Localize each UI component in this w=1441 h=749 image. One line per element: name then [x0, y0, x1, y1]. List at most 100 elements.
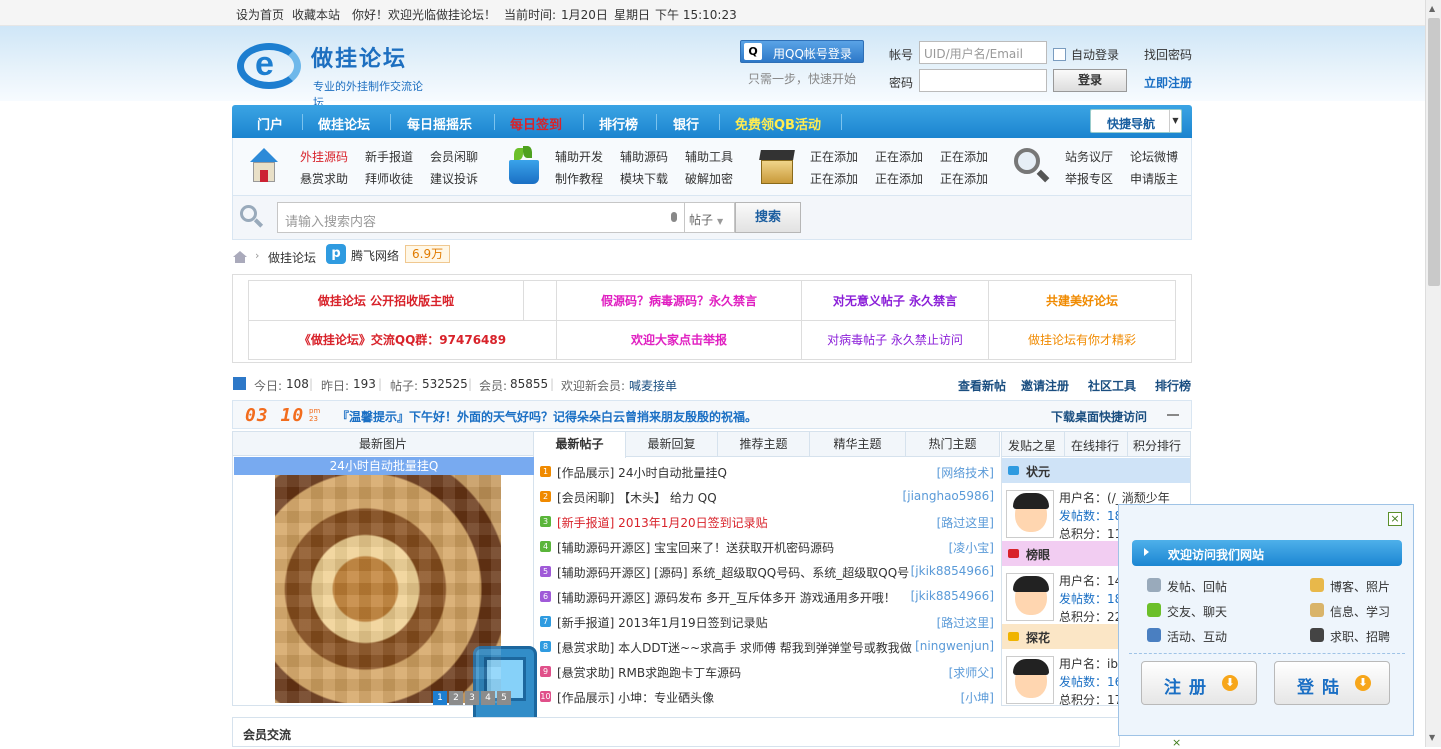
page-scrollbar[interactable]: ▲ ▼	[1425, 0, 1441, 747]
announcement-cell[interactable]: 对病毒帖子 永久禁止访问	[801, 319, 989, 360]
collapse-icon[interactable]	[1167, 414, 1179, 416]
rank-username[interactable]: (/_淌颓少年	[1107, 491, 1170, 505]
thread-author[interactable]: [jkik8854966]	[911, 564, 994, 578]
picture-caption[interactable]: 24小时自动批量挂Q	[234, 457, 534, 475]
thread-title[interactable]: [辅助源码开源区] [源码] 系统_超级取QQ号码、系统_超级取QQ号	[557, 564, 909, 581]
ranking-link[interactable]: 排行榜	[1155, 377, 1191, 394]
announcement-cell[interactable]: 《做挂论坛》交流QQ群：97476489	[248, 319, 557, 360]
tab-featured[interactable]: 精华主题	[810, 432, 906, 457]
thread-row[interactable]: 4 [辅助源码开源区] 宝宝回来了！送获取开机密码源码 [凌小宝]	[540, 534, 996, 559]
nav-daily-shake[interactable]: 每日摇摇乐	[407, 114, 472, 133]
thread-author[interactable]: [网络技术]	[937, 464, 994, 481]
thread-author[interactable]: [ningwenjun]	[915, 639, 994, 653]
tab-score-rank[interactable]: 积分排行	[1133, 437, 1181, 454]
featured-picture[interactable]	[275, 475, 537, 742]
popup-register-button[interactable]: 注册 ⬇	[1141, 661, 1257, 705]
thread-author[interactable]: [jianghao5986]	[903, 489, 994, 503]
thread-author[interactable]: [小坤]	[961, 689, 994, 706]
desktop-shortcut-link[interactable]: 下载桌面快捷访问	[1051, 408, 1147, 425]
thread-row[interactable]: 6 [辅助源码开源区] 源码发布 多开_互斥体多开 游戏通用多开哦！ [jkik88…	[540, 584, 996, 609]
view-new-posts-link[interactable]: 查看新帖	[958, 377, 1006, 394]
avatar[interactable]	[1006, 573, 1054, 621]
subnav-tutorial[interactable]: 制作教程	[555, 170, 603, 187]
nav-forum[interactable]: 做挂论坛	[318, 114, 370, 133]
announcement-cell[interactable]: 共建美好论坛	[988, 280, 1176, 321]
qq-login-button[interactable]: Q 用QQ帐号登录	[740, 40, 864, 63]
tab-online-rank[interactable]: 在线排行	[1071, 437, 1119, 454]
subnav-modules[interactable]: 模块下载	[620, 170, 668, 187]
pager-page[interactable]: 3	[465, 691, 479, 705]
search-button[interactable]: 搜索	[735, 202, 801, 233]
quick-nav-dropdown[interactable]: 快捷导航 ▼	[1090, 109, 1182, 133]
announcement-cell[interactable]: 欢迎大家点击举报	[556, 319, 802, 360]
thread-row[interactable]: 9 [悬赏求助] RMB求跑跑卡丁车源码 [求师父]	[540, 659, 996, 684]
subnav-apply-mod[interactable]: 申请版主	[1130, 170, 1178, 187]
scroll-thumb[interactable]	[1428, 18, 1440, 286]
tab-latest-replies[interactable]: 最新回复	[626, 432, 718, 457]
password-input[interactable]	[919, 69, 1047, 92]
thread-row[interactable]: 1 [作品展示] 24小时自动批量挂Q [网络技术]	[540, 459, 996, 484]
set-home-link[interactable]: 设为首页	[236, 6, 284, 23]
search-type-select[interactable]: 帖子 ▼	[685, 202, 735, 233]
nav-free-qb[interactable]: 免费领QB活动	[735, 114, 821, 133]
thread-title[interactable]: [辅助源码开源区] 源码发布 多开_互斥体多开 游戏通用多开哦！	[557, 589, 896, 606]
auto-login-checkbox[interactable]	[1053, 48, 1066, 61]
pager-page[interactable]: 1	[433, 691, 447, 705]
tab-hot[interactable]: 热门主题	[906, 432, 1000, 457]
forgot-password-link[interactable]: 找回密码	[1144, 46, 1192, 63]
thread-title[interactable]: [新手报道] 2013年1月20日签到记录贴	[557, 514, 768, 531]
subnav-admin-hall[interactable]: 站务议厅	[1065, 148, 1113, 165]
thread-row[interactable]: 8 [悬赏求助] 本人DDT迷~~求高手 求师傅 帮我到弹弹堂号或教我做 [ning…	[540, 634, 996, 659]
tab-post-stars[interactable]: 发贴之星	[1008, 437, 1056, 454]
thread-title[interactable]: [作品展示] 24小时自动批量挂Q	[557, 464, 727, 481]
thread-author[interactable]: [求师父]	[949, 664, 994, 681]
subnav-pending-3[interactable]: 正在添加	[940, 148, 988, 165]
pager-page[interactable]: 5	[497, 691, 511, 705]
pager-page[interactable]: 2	[449, 691, 463, 705]
pager-page[interactable]: 4	[481, 691, 495, 705]
thread-title[interactable]: [悬赏求助] RMB求跑跑卡丁车源码	[557, 664, 741, 681]
thread-title[interactable]: [新手报道] 2013年1月19日签到记录贴	[557, 614, 768, 631]
subnav-dev[interactable]: 辅助开发	[555, 148, 603, 165]
thread-author[interactable]: [凌小宝]	[949, 539, 994, 556]
scroll-down-icon[interactable]: ▼	[1429, 733, 1435, 742]
subnav-aux-source[interactable]: 辅助源码	[620, 148, 668, 165]
subnav-newbie[interactable]: 新手报道	[365, 148, 413, 165]
nav-bank[interactable]: 银行	[673, 114, 699, 133]
thread-row[interactable]: 7 [新手报道] 2013年1月19日签到记录贴 [路过这里]	[540, 609, 996, 634]
subnav-pending-2[interactable]: 正在添加	[875, 148, 923, 165]
subnav-pending-1[interactable]: 正在添加	[810, 148, 858, 165]
tab-recommended[interactable]: 推荐主题	[718, 432, 810, 457]
subnav-pending-6[interactable]: 正在添加	[940, 170, 988, 187]
site-logo[interactable]: e 做挂论坛 专业的外挂制作交流论坛	[233, 35, 425, 109]
breadcrumb-forum[interactable]: 做挂论坛	[268, 249, 316, 266]
breadcrumb-site[interactable]: 腾飞网络	[351, 247, 399, 264]
subnav-mentor[interactable]: 拜师收徒	[365, 170, 413, 187]
nav-daily-signin[interactable]: 每日签到	[510, 114, 562, 133]
popup-login-button[interactable]: 登陆 ⬇	[1274, 661, 1390, 705]
nav-ranking[interactable]: 排行榜	[599, 114, 638, 133]
login-button[interactable]: 登录	[1053, 69, 1127, 92]
search-input[interactable]: 请输入搜索内容	[277, 202, 685, 233]
close-icon[interactable]: ×	[1388, 512, 1402, 526]
thread-title[interactable]: [作品展示] 小坤：专业硒头像	[557, 689, 714, 706]
subnav-report[interactable]: 举报专区	[1065, 170, 1113, 187]
invite-link[interactable]: 邀请注册	[1021, 377, 1069, 394]
thread-row[interactable]: 3 [新手报道] 2013年1月20日签到记录贴 [路过这里]	[540, 509, 996, 534]
scroll-up-icon[interactable]: ▲	[1429, 4, 1435, 13]
community-tools-link[interactable]: 社区工具	[1088, 377, 1136, 394]
subnav-weibo[interactable]: 论坛微博	[1130, 148, 1178, 165]
thread-row[interactable]: 2 [会员闲聊] 【木头】 给力 QQ [jianghao5986]	[540, 484, 996, 509]
announcement-cell[interactable]: 做挂论坛 公开招收版主啦	[248, 280, 524, 321]
announcement-cell[interactable]: 做挂论坛有你才精彩	[988, 319, 1176, 360]
announcement-cell[interactable]: 假源码？病毒源码？永久禁言	[556, 280, 802, 321]
register-link[interactable]: 立即注册	[1144, 74, 1192, 91]
subnav-crack[interactable]: 破解加密	[685, 170, 733, 187]
tab-latest-posts[interactable]: 最新帖子	[534, 432, 626, 458]
subnav-bounty[interactable]: 悬赏求助	[300, 170, 348, 187]
microphone-icon[interactable]	[671, 212, 677, 222]
stats-newest-member[interactable]: 喊麦接单	[629, 377, 677, 394]
thread-row[interactable]: 10 [作品展示] 小坤：专业硒头像 [小坤]	[540, 684, 996, 709]
account-input[interactable]: UID/用户名/Email	[919, 41, 1047, 64]
subnav-chat[interactable]: 会员闲聊	[430, 148, 478, 165]
